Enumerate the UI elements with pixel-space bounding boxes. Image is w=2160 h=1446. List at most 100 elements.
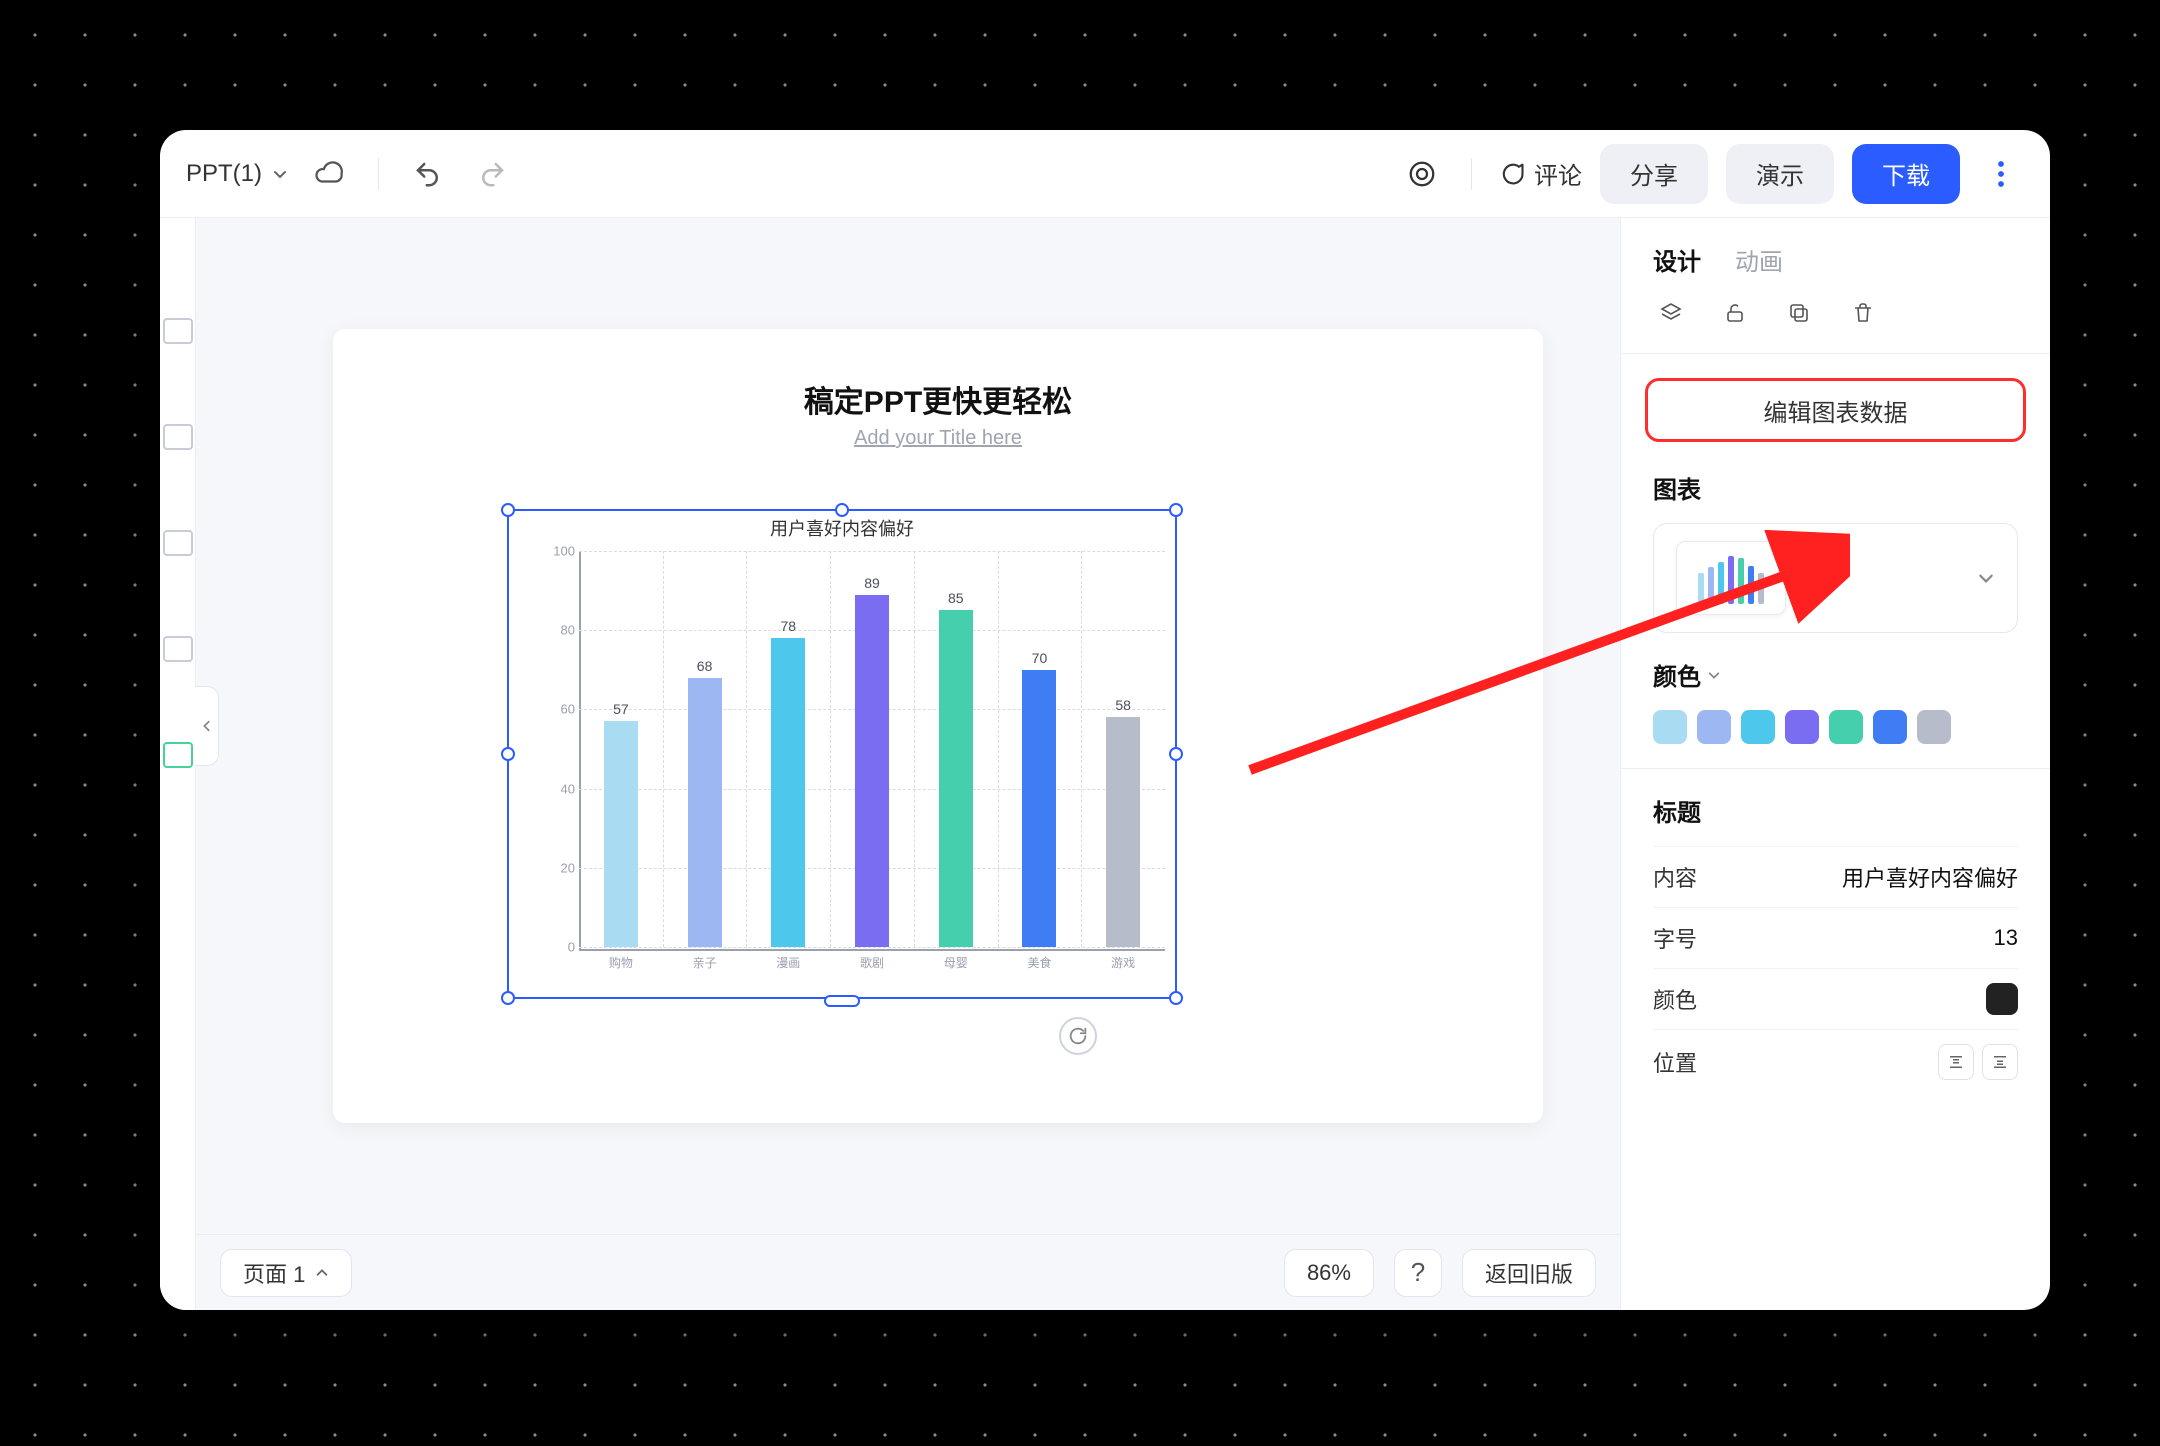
collapse-thumbnails-button[interactable] [195,686,219,766]
tab-animation[interactable]: 动画 [1735,242,1783,277]
present-button[interactable]: 演示 [1726,144,1834,204]
chart-bar: 57 [604,721,638,947]
toolbar-divider [378,158,379,190]
x-axis-labels: 购物亲子漫画歌剧母婴美食游戏 [579,954,1165,971]
bar-value-label: 85 [948,590,964,606]
resize-handle[interactable] [1169,991,1183,1005]
resize-handle[interactable] [501,991,515,1005]
file-name-dropdown[interactable]: PPT(1) [186,160,288,188]
page-selector[interactable]: 页面 1 [220,1249,352,1297]
tab-design[interactable]: 设计 [1653,242,1701,277]
content-label: 内容 [1653,861,1697,893]
color-section-label[interactable]: 颜色 [1653,657,2018,692]
chart-title: 用户喜好内容偏好 [509,515,1175,541]
file-name-text: PPT(1) [186,160,262,188]
layers-icon[interactable] [1653,295,1689,331]
copy-icon[interactable] [1781,295,1817,331]
y-tick: 80 [561,623,575,638]
slide-thumbnail[interactable] [163,424,193,450]
app-window: PPT(1) 评论 分享 演示 下载 [160,130,2050,1310]
position-label: 位置 [1653,1046,1697,1078]
delete-icon[interactable] [1845,295,1881,331]
comment-button[interactable]: 评论 [1498,156,1582,191]
download-button[interactable]: 下载 [1852,144,1960,204]
prop-row-color[interactable]: 颜色 [1653,968,2018,1029]
fontsize-value: 13 [1994,925,2018,951]
bar-value-label: 78 [781,618,797,634]
share-button[interactable]: 分享 [1600,144,1708,204]
slide[interactable]: 稿定PPT更快更轻松 Add your Title here 用户喜好内容偏好 [333,329,1543,1123]
rotate-handle[interactable] [1059,1017,1097,1055]
color-swatch[interactable] [1697,710,1731,744]
y-tick: 60 [561,702,575,717]
target-icon[interactable] [1399,151,1445,197]
help-button[interactable]: ? [1394,1249,1442,1297]
slide-thumbnail[interactable] [163,636,193,662]
topbar-left: PPT(1) [186,151,1387,197]
canvas-area: 稿定PPT更快更轻松 Add your Title here 用户喜好内容偏好 [196,218,1620,1310]
slide-thumbnail[interactable] [163,530,193,556]
x-tick-label: 漫画 [746,954,830,971]
y-tick: 20 [561,860,575,875]
unlock-icon[interactable] [1717,295,1753,331]
color-value-swatch [1986,983,2018,1015]
panel-tools [1621,295,2050,353]
color-swatch[interactable] [1741,710,1775,744]
slide-thumbnail[interactable] [163,318,193,344]
zoom-indicator[interactable]: 86% [1284,1249,1374,1297]
slide-title[interactable]: 稿定PPT更快更轻松 [333,377,1543,421]
chevron-down-icon [1977,569,1995,587]
bar-value-label: 58 [1115,697,1131,713]
chart-object-selected[interactable]: 用户喜好内容偏好 020406080100 57687889857058 购物亲… [507,509,1177,999]
y-tick: 100 [553,544,575,559]
x-tick-label: 亲子 [663,954,747,971]
canvas-viewport[interactable]: 稿定PPT更快更轻松 Add your Title here 用户喜好内容偏好 [196,218,1620,1234]
x-tick-label: 美食 [998,954,1082,971]
cloud-sync-icon[interactable] [306,151,352,197]
position-controls [1938,1044,2018,1080]
color-swatch[interactable] [1873,710,1907,744]
edit-chart-data-button[interactable]: 编辑图表数据 [1645,378,2026,442]
position-top-icon[interactable] [1938,1044,1974,1080]
page-label: 页面 1 [243,1257,305,1289]
prop-row-content[interactable]: 内容 用户喜好内容偏好 [1653,846,2018,907]
resize-handle[interactable] [824,995,860,1007]
topbar-right: 评论 分享 演示 下载 [1399,144,2024,204]
more-menu-button[interactable] [1978,144,2024,204]
chart-type-selector[interactable] [1653,523,2018,633]
chart-type-thumbnail [1676,541,1786,615]
color-swatch[interactable] [1829,710,1863,744]
redo-button[interactable] [469,151,515,197]
resize-handle[interactable] [835,503,849,517]
fontsize-label: 字号 [1653,922,1697,954]
resize-handle[interactable] [1169,503,1183,517]
color-swatch-row [1653,710,2018,744]
slide-subtitle[interactable]: Add your Title here [333,427,1543,450]
resize-handle[interactable] [501,747,515,761]
color-label: 颜色 [1653,983,1697,1015]
x-tick-label: 母婴 [914,954,998,971]
comment-icon [1498,160,1526,188]
chevron-down-icon [272,166,288,182]
panel-section-title: 标题 内容 用户喜好内容偏好 字号 13 颜色 位置 [1621,793,2050,1118]
prop-row-fontsize[interactable]: 字号 13 [1653,907,2018,968]
resize-handle[interactable] [1169,747,1183,761]
resize-handle[interactable] [501,503,515,517]
bar-value-label: 68 [697,658,713,674]
x-tick-label: 购物 [579,954,663,971]
slide-thumbnail[interactable] [163,742,193,768]
undo-button[interactable] [405,151,451,197]
panel-separator [1621,768,2050,769]
color-swatch[interactable] [1653,710,1687,744]
chart-bars: 57687889857058 [579,551,1165,947]
prop-row-position[interactable]: 位置 [1653,1029,2018,1094]
toolbar-divider [1471,158,1472,190]
position-bottom-icon[interactable] [1982,1044,2018,1080]
color-swatch[interactable] [1785,710,1819,744]
content-value: 用户喜好内容偏好 [1842,861,2018,893]
chart-bar: 85 [939,610,973,947]
legacy-version-button[interactable]: 返回旧版 [1462,1249,1596,1297]
bar-value-label: 89 [864,575,880,591]
color-swatch[interactable] [1917,710,1951,744]
panel-tabs: 设计 动画 [1621,218,2050,295]
